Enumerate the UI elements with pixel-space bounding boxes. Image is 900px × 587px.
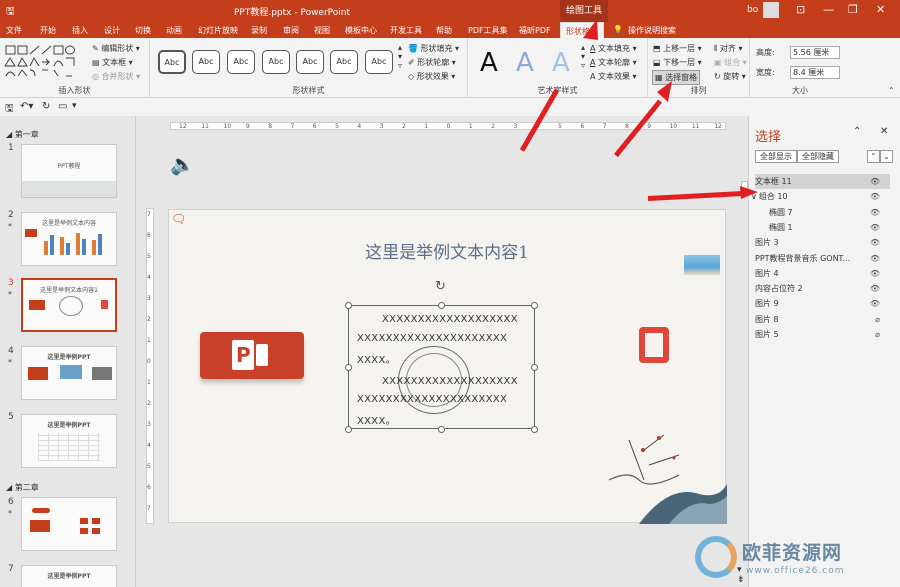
annotation-arrowheads bbox=[583, 19, 758, 199]
